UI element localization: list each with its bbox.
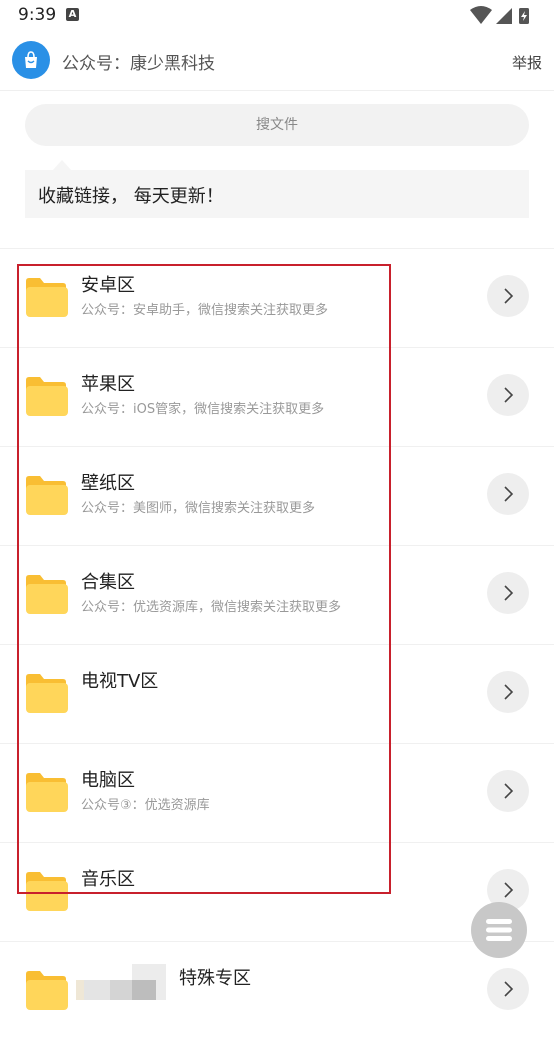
chevron-right-icon[interactable] [487, 770, 529, 812]
wifi-icon [470, 6, 492, 24]
chevron-right-icon[interactable] [487, 275, 529, 317]
highlight-box [17, 264, 391, 894]
status-bar: 9:39 A [0, 0, 554, 32]
search-input[interactable]: 搜文件 [25, 104, 529, 146]
status-time: 9:39 [18, 5, 57, 25]
notification-a-icon: A [66, 8, 79, 21]
chevron-right-icon[interactable] [487, 968, 529, 1010]
status-icons [470, 6, 534, 26]
notice-bubble: 收藏链接， 每天更新！ [25, 160, 529, 218]
folder-icon [26, 971, 68, 1010]
list-item[interactable]: 特殊专区 [0, 941, 554, 1040]
app-header: 公众号：康少黑科技 举报 [0, 32, 554, 91]
menu-icon[interactable] [471, 902, 527, 958]
page-title: 公众号：康少黑科技 [62, 54, 215, 74]
report-button[interactable]: 举报 [512, 52, 542, 73]
chevron-right-icon[interactable] [487, 671, 529, 713]
chevron-right-icon[interactable] [487, 473, 529, 515]
chevron-right-icon[interactable] [487, 374, 529, 416]
notice-text: 收藏链接， 每天更新！ [38, 186, 224, 207]
signal-icon [496, 8, 512, 24]
folder-title: 特殊专区 [179, 968, 251, 989]
shopping-bag-icon [12, 41, 50, 79]
blurred-thumbnail [76, 964, 166, 1008]
notice-pointer [53, 160, 71, 170]
chevron-right-icon[interactable] [487, 572, 529, 614]
